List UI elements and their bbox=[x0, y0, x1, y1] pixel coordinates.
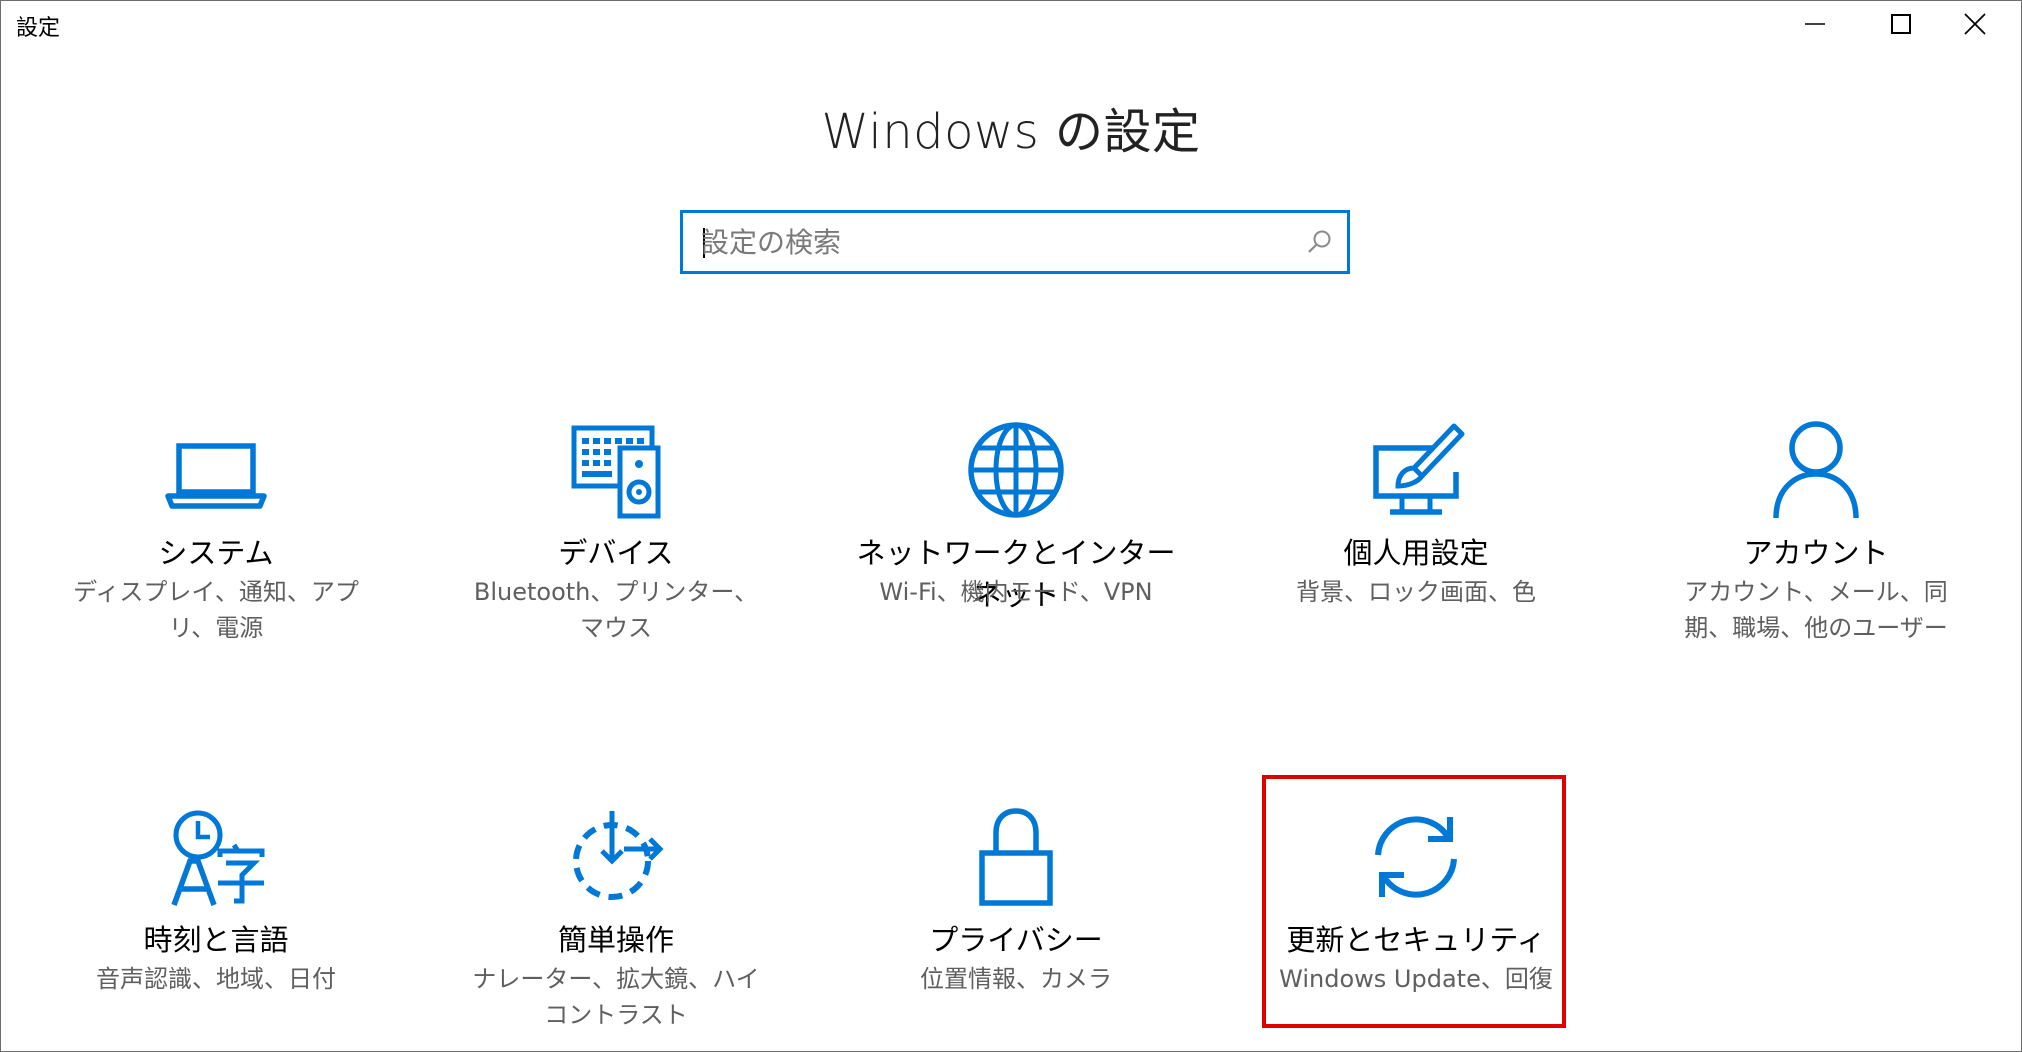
tile-accounts[interactable]: アカウント アカウント、メール、同期、職場、他のユーザー bbox=[1646, 418, 1986, 658]
person-icon bbox=[1773, 421, 1859, 519]
ease-of-access-icon bbox=[573, 811, 664, 900]
tile-name: アカウント bbox=[1743, 536, 1889, 570]
personalization-icon bbox=[1373, 423, 1465, 515]
tile-desc: ナレーター、拡大鏡、ハイコントラスト bbox=[472, 965, 760, 1029]
laptop-icon bbox=[165, 443, 267, 509]
tile-devices[interactable]: デバイス Bluetooth、プリンター、マウス bbox=[446, 418, 786, 658]
window-title: 設定 bbox=[16, 16, 61, 41]
minimize-button[interactable] bbox=[1770, 0, 1860, 48]
close-button[interactable] bbox=[1930, 0, 2020, 48]
tile-desc: ディスプレイ、通知、アプリ、電源 bbox=[73, 578, 359, 642]
tile-desc: 音声認識、地域、日付 bbox=[96, 965, 336, 993]
title-bar: 設定 bbox=[0, 0, 2022, 48]
maximize-icon bbox=[1891, 14, 1911, 34]
tile-name: 簡単操作 bbox=[557, 923, 674, 957]
search-icon[interactable] bbox=[1307, 229, 1333, 255]
tile-desc: 位置情報、カメラ bbox=[920, 965, 1112, 993]
tile-network[interactable]: ネットワークとインターネット Wi-Fi、機内モード、VPN bbox=[846, 418, 1186, 658]
time-language-icon bbox=[171, 810, 265, 906]
devices-icon bbox=[571, 425, 661, 519]
tile-name: 時刻と言語 bbox=[143, 923, 289, 957]
tile-name: プライバシー bbox=[929, 923, 1103, 957]
tile-system[interactable]: システム ディスプレイ、通知、アプリ、電源 bbox=[46, 418, 386, 658]
tile-name: 個人用設定 bbox=[1343, 536, 1489, 570]
tile-desc: Wi-Fi、機内モード、VPN bbox=[879, 578, 1153, 606]
minimize-icon bbox=[1805, 23, 1825, 25]
close-icon bbox=[1964, 13, 1986, 35]
tile-personalization[interactable]: 個人用設定 背景、ロック画面、色 bbox=[1246, 418, 1586, 658]
tile-ease-of-access[interactable]: 簡単操作 ナレーター、拡大鏡、ハイコントラスト bbox=[446, 805, 786, 1035]
tile-desc: アカウント、メール、同期、職場、他のユーザー bbox=[1684, 578, 1948, 642]
highlight-box bbox=[1262, 775, 1566, 1028]
search-input[interactable] bbox=[701, 213, 1281, 271]
tile-name: デバイス bbox=[558, 536, 674, 570]
tile-desc: 背景、ロック画面、色 bbox=[1296, 578, 1536, 606]
search-box[interactable] bbox=[680, 210, 1350, 274]
lock-icon bbox=[979, 808, 1053, 906]
tile-name: システム bbox=[158, 536, 274, 570]
tile-desc: Bluetooth、プリンター、マウス bbox=[473, 578, 759, 642]
page-title: Windows の設定 bbox=[821, 104, 1201, 160]
globe-icon bbox=[968, 422, 1064, 518]
tile-time-language[interactable]: 時刻と言語 音声認識、地域、日付 bbox=[46, 805, 386, 1035]
tile-privacy[interactable]: プライバシー 位置情報、カメラ bbox=[846, 805, 1186, 1035]
